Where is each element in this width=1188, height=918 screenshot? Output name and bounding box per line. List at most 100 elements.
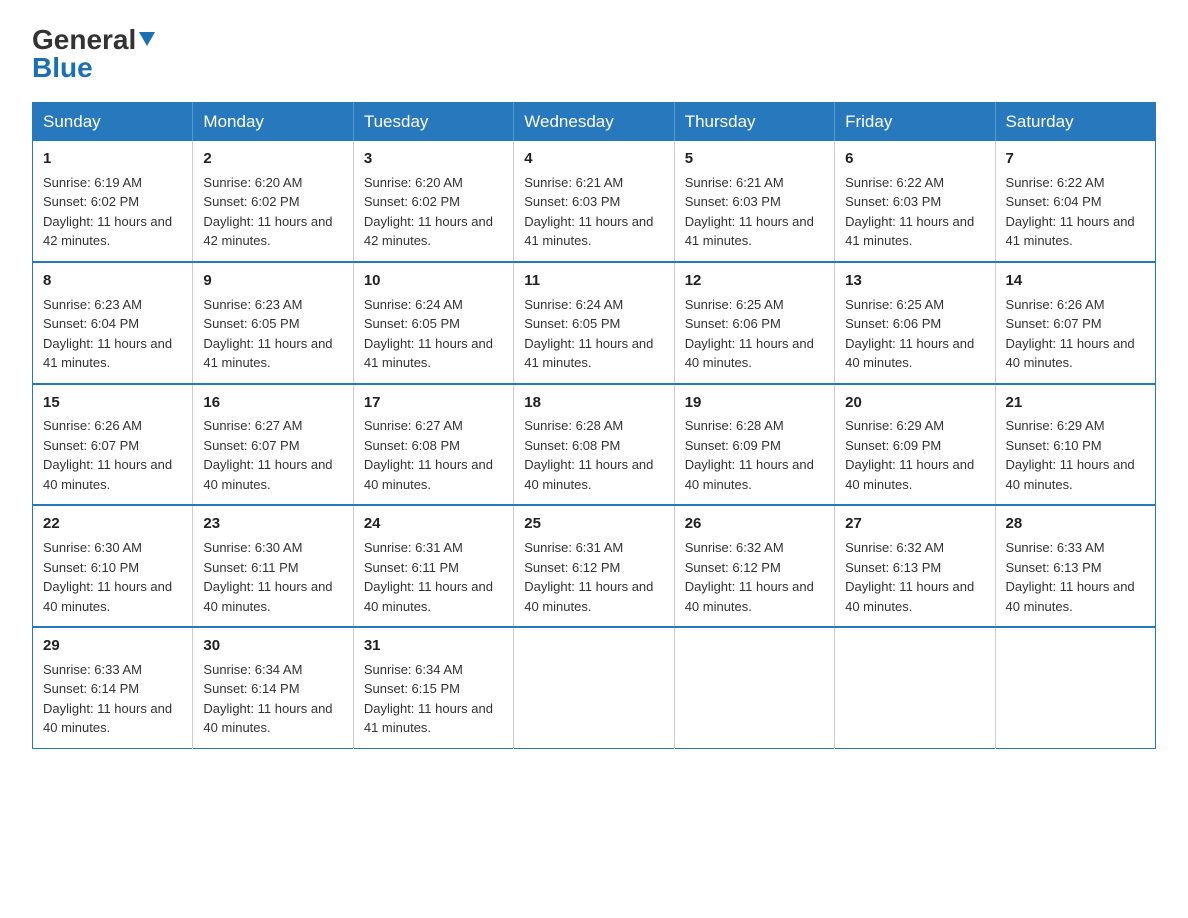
day-number: 13 xyxy=(845,270,984,292)
day-number: 31 xyxy=(364,635,503,657)
day-info: Sunrise: 6:22 AMSunset: 6:03 PMDaylight:… xyxy=(845,175,974,249)
calendar-cell: 17 Sunrise: 6:27 AMSunset: 6:08 PMDaylig… xyxy=(353,384,513,506)
day-number: 29 xyxy=(43,635,182,657)
column-header-sunday: Sunday xyxy=(33,103,193,142)
column-header-saturday: Saturday xyxy=(995,103,1155,142)
day-info: Sunrise: 6:34 AMSunset: 6:15 PMDaylight:… xyxy=(364,662,493,736)
day-number: 17 xyxy=(364,392,503,414)
calendar-cell: 16 Sunrise: 6:27 AMSunset: 6:07 PMDaylig… xyxy=(193,384,353,506)
calendar-cell xyxy=(514,627,674,748)
calendar-cell: 4 Sunrise: 6:21 AMSunset: 6:03 PMDayligh… xyxy=(514,141,674,262)
day-info: Sunrise: 6:23 AMSunset: 6:04 PMDaylight:… xyxy=(43,297,172,371)
day-info: Sunrise: 6:30 AMSunset: 6:11 PMDaylight:… xyxy=(203,540,332,614)
calendar-cell: 22 Sunrise: 6:30 AMSunset: 6:10 PMDaylig… xyxy=(33,505,193,627)
day-number: 3 xyxy=(364,148,503,170)
day-info: Sunrise: 6:27 AMSunset: 6:07 PMDaylight:… xyxy=(203,418,332,492)
day-info: Sunrise: 6:28 AMSunset: 6:09 PMDaylight:… xyxy=(685,418,814,492)
day-number: 23 xyxy=(203,513,342,535)
day-number: 18 xyxy=(524,392,663,414)
calendar-cell: 12 Sunrise: 6:25 AMSunset: 6:06 PMDaylig… xyxy=(674,262,834,384)
calendar-cell: 26 Sunrise: 6:32 AMSunset: 6:12 PMDaylig… xyxy=(674,505,834,627)
day-number: 10 xyxy=(364,270,503,292)
calendar-cell: 25 Sunrise: 6:31 AMSunset: 6:12 PMDaylig… xyxy=(514,505,674,627)
page-header: General Blue xyxy=(32,24,1156,84)
calendar-table: SundayMondayTuesdayWednesdayThursdayFrid… xyxy=(32,102,1156,749)
calendar-week-row: 8 Sunrise: 6:23 AMSunset: 6:04 PMDayligh… xyxy=(33,262,1156,384)
calendar-cell: 23 Sunrise: 6:30 AMSunset: 6:11 PMDaylig… xyxy=(193,505,353,627)
day-number: 16 xyxy=(203,392,342,414)
logo-triangle-icon xyxy=(137,28,157,53)
calendar-cell xyxy=(995,627,1155,748)
day-number: 9 xyxy=(203,270,342,292)
day-info: Sunrise: 6:20 AMSunset: 6:02 PMDaylight:… xyxy=(203,175,332,249)
calendar-cell: 2 Sunrise: 6:20 AMSunset: 6:02 PMDayligh… xyxy=(193,141,353,262)
day-info: Sunrise: 6:21 AMSunset: 6:03 PMDaylight:… xyxy=(685,175,814,249)
day-number: 1 xyxy=(43,148,182,170)
calendar-cell: 5 Sunrise: 6:21 AMSunset: 6:03 PMDayligh… xyxy=(674,141,834,262)
day-info: Sunrise: 6:29 AMSunset: 6:10 PMDaylight:… xyxy=(1006,418,1135,492)
day-number: 11 xyxy=(524,270,663,292)
day-info: Sunrise: 6:26 AMSunset: 6:07 PMDaylight:… xyxy=(43,418,172,492)
calendar-cell: 18 Sunrise: 6:28 AMSunset: 6:08 PMDaylig… xyxy=(514,384,674,506)
calendar-cell: 21 Sunrise: 6:29 AMSunset: 6:10 PMDaylig… xyxy=(995,384,1155,506)
day-info: Sunrise: 6:31 AMSunset: 6:12 PMDaylight:… xyxy=(524,540,653,614)
calendar-cell: 10 Sunrise: 6:24 AMSunset: 6:05 PMDaylig… xyxy=(353,262,513,384)
day-info: Sunrise: 6:33 AMSunset: 6:14 PMDaylight:… xyxy=(43,662,172,736)
calendar-week-row: 22 Sunrise: 6:30 AMSunset: 6:10 PMDaylig… xyxy=(33,505,1156,627)
calendar-cell xyxy=(835,627,995,748)
day-number: 7 xyxy=(1006,148,1145,170)
day-info: Sunrise: 6:30 AMSunset: 6:10 PMDaylight:… xyxy=(43,540,172,614)
calendar-cell: 7 Sunrise: 6:22 AMSunset: 6:04 PMDayligh… xyxy=(995,141,1155,262)
calendar-cell: 27 Sunrise: 6:32 AMSunset: 6:13 PMDaylig… xyxy=(835,505,995,627)
day-number: 6 xyxy=(845,148,984,170)
day-number: 27 xyxy=(845,513,984,535)
day-number: 22 xyxy=(43,513,182,535)
calendar-cell: 19 Sunrise: 6:28 AMSunset: 6:09 PMDaylig… xyxy=(674,384,834,506)
calendar-cell: 20 Sunrise: 6:29 AMSunset: 6:09 PMDaylig… xyxy=(835,384,995,506)
day-info: Sunrise: 6:27 AMSunset: 6:08 PMDaylight:… xyxy=(364,418,493,492)
day-number: 21 xyxy=(1006,392,1145,414)
day-number: 30 xyxy=(203,635,342,657)
calendar-cell: 13 Sunrise: 6:25 AMSunset: 6:06 PMDaylig… xyxy=(835,262,995,384)
day-info: Sunrise: 6:24 AMSunset: 6:05 PMDaylight:… xyxy=(524,297,653,371)
calendar-cell: 15 Sunrise: 6:26 AMSunset: 6:07 PMDaylig… xyxy=(33,384,193,506)
calendar-week-row: 1 Sunrise: 6:19 AMSunset: 6:02 PMDayligh… xyxy=(33,141,1156,262)
day-number: 2 xyxy=(203,148,342,170)
day-number: 24 xyxy=(364,513,503,535)
calendar-cell: 8 Sunrise: 6:23 AMSunset: 6:04 PMDayligh… xyxy=(33,262,193,384)
column-header-wednesday: Wednesday xyxy=(514,103,674,142)
calendar-cell: 28 Sunrise: 6:33 AMSunset: 6:13 PMDaylig… xyxy=(995,505,1155,627)
day-info: Sunrise: 6:19 AMSunset: 6:02 PMDaylight:… xyxy=(43,175,172,249)
day-info: Sunrise: 6:20 AMSunset: 6:02 PMDaylight:… xyxy=(364,175,493,249)
column-header-tuesday: Tuesday xyxy=(353,103,513,142)
day-info: Sunrise: 6:34 AMSunset: 6:14 PMDaylight:… xyxy=(203,662,332,736)
calendar-cell: 31 Sunrise: 6:34 AMSunset: 6:15 PMDaylig… xyxy=(353,627,513,748)
day-number: 15 xyxy=(43,392,182,414)
day-number: 5 xyxy=(685,148,824,170)
logo-blue: Blue xyxy=(32,52,93,84)
calendar-cell: 3 Sunrise: 6:20 AMSunset: 6:02 PMDayligh… xyxy=(353,141,513,262)
day-info: Sunrise: 6:22 AMSunset: 6:04 PMDaylight:… xyxy=(1006,175,1135,249)
calendar-cell: 30 Sunrise: 6:34 AMSunset: 6:14 PMDaylig… xyxy=(193,627,353,748)
day-info: Sunrise: 6:32 AMSunset: 6:12 PMDaylight:… xyxy=(685,540,814,614)
day-number: 4 xyxy=(524,148,663,170)
calendar-cell: 9 Sunrise: 6:23 AMSunset: 6:05 PMDayligh… xyxy=(193,262,353,384)
day-info: Sunrise: 6:28 AMSunset: 6:08 PMDaylight:… xyxy=(524,418,653,492)
day-info: Sunrise: 6:24 AMSunset: 6:05 PMDaylight:… xyxy=(364,297,493,371)
day-info: Sunrise: 6:32 AMSunset: 6:13 PMDaylight:… xyxy=(845,540,974,614)
column-header-monday: Monday xyxy=(193,103,353,142)
column-header-thursday: Thursday xyxy=(674,103,834,142)
calendar-week-row: 15 Sunrise: 6:26 AMSunset: 6:07 PMDaylig… xyxy=(33,384,1156,506)
day-number: 12 xyxy=(685,270,824,292)
day-info: Sunrise: 6:31 AMSunset: 6:11 PMDaylight:… xyxy=(364,540,493,614)
day-info: Sunrise: 6:25 AMSunset: 6:06 PMDaylight:… xyxy=(685,297,814,371)
day-number: 14 xyxy=(1006,270,1145,292)
day-number: 26 xyxy=(685,513,824,535)
day-number: 19 xyxy=(685,392,824,414)
column-header-friday: Friday xyxy=(835,103,995,142)
day-number: 8 xyxy=(43,270,182,292)
day-info: Sunrise: 6:29 AMSunset: 6:09 PMDaylight:… xyxy=(845,418,974,492)
calendar-cell: 6 Sunrise: 6:22 AMSunset: 6:03 PMDayligh… xyxy=(835,141,995,262)
calendar-cell: 29 Sunrise: 6:33 AMSunset: 6:14 PMDaylig… xyxy=(33,627,193,748)
calendar-header-row: SundayMondayTuesdayWednesdayThursdayFrid… xyxy=(33,103,1156,142)
